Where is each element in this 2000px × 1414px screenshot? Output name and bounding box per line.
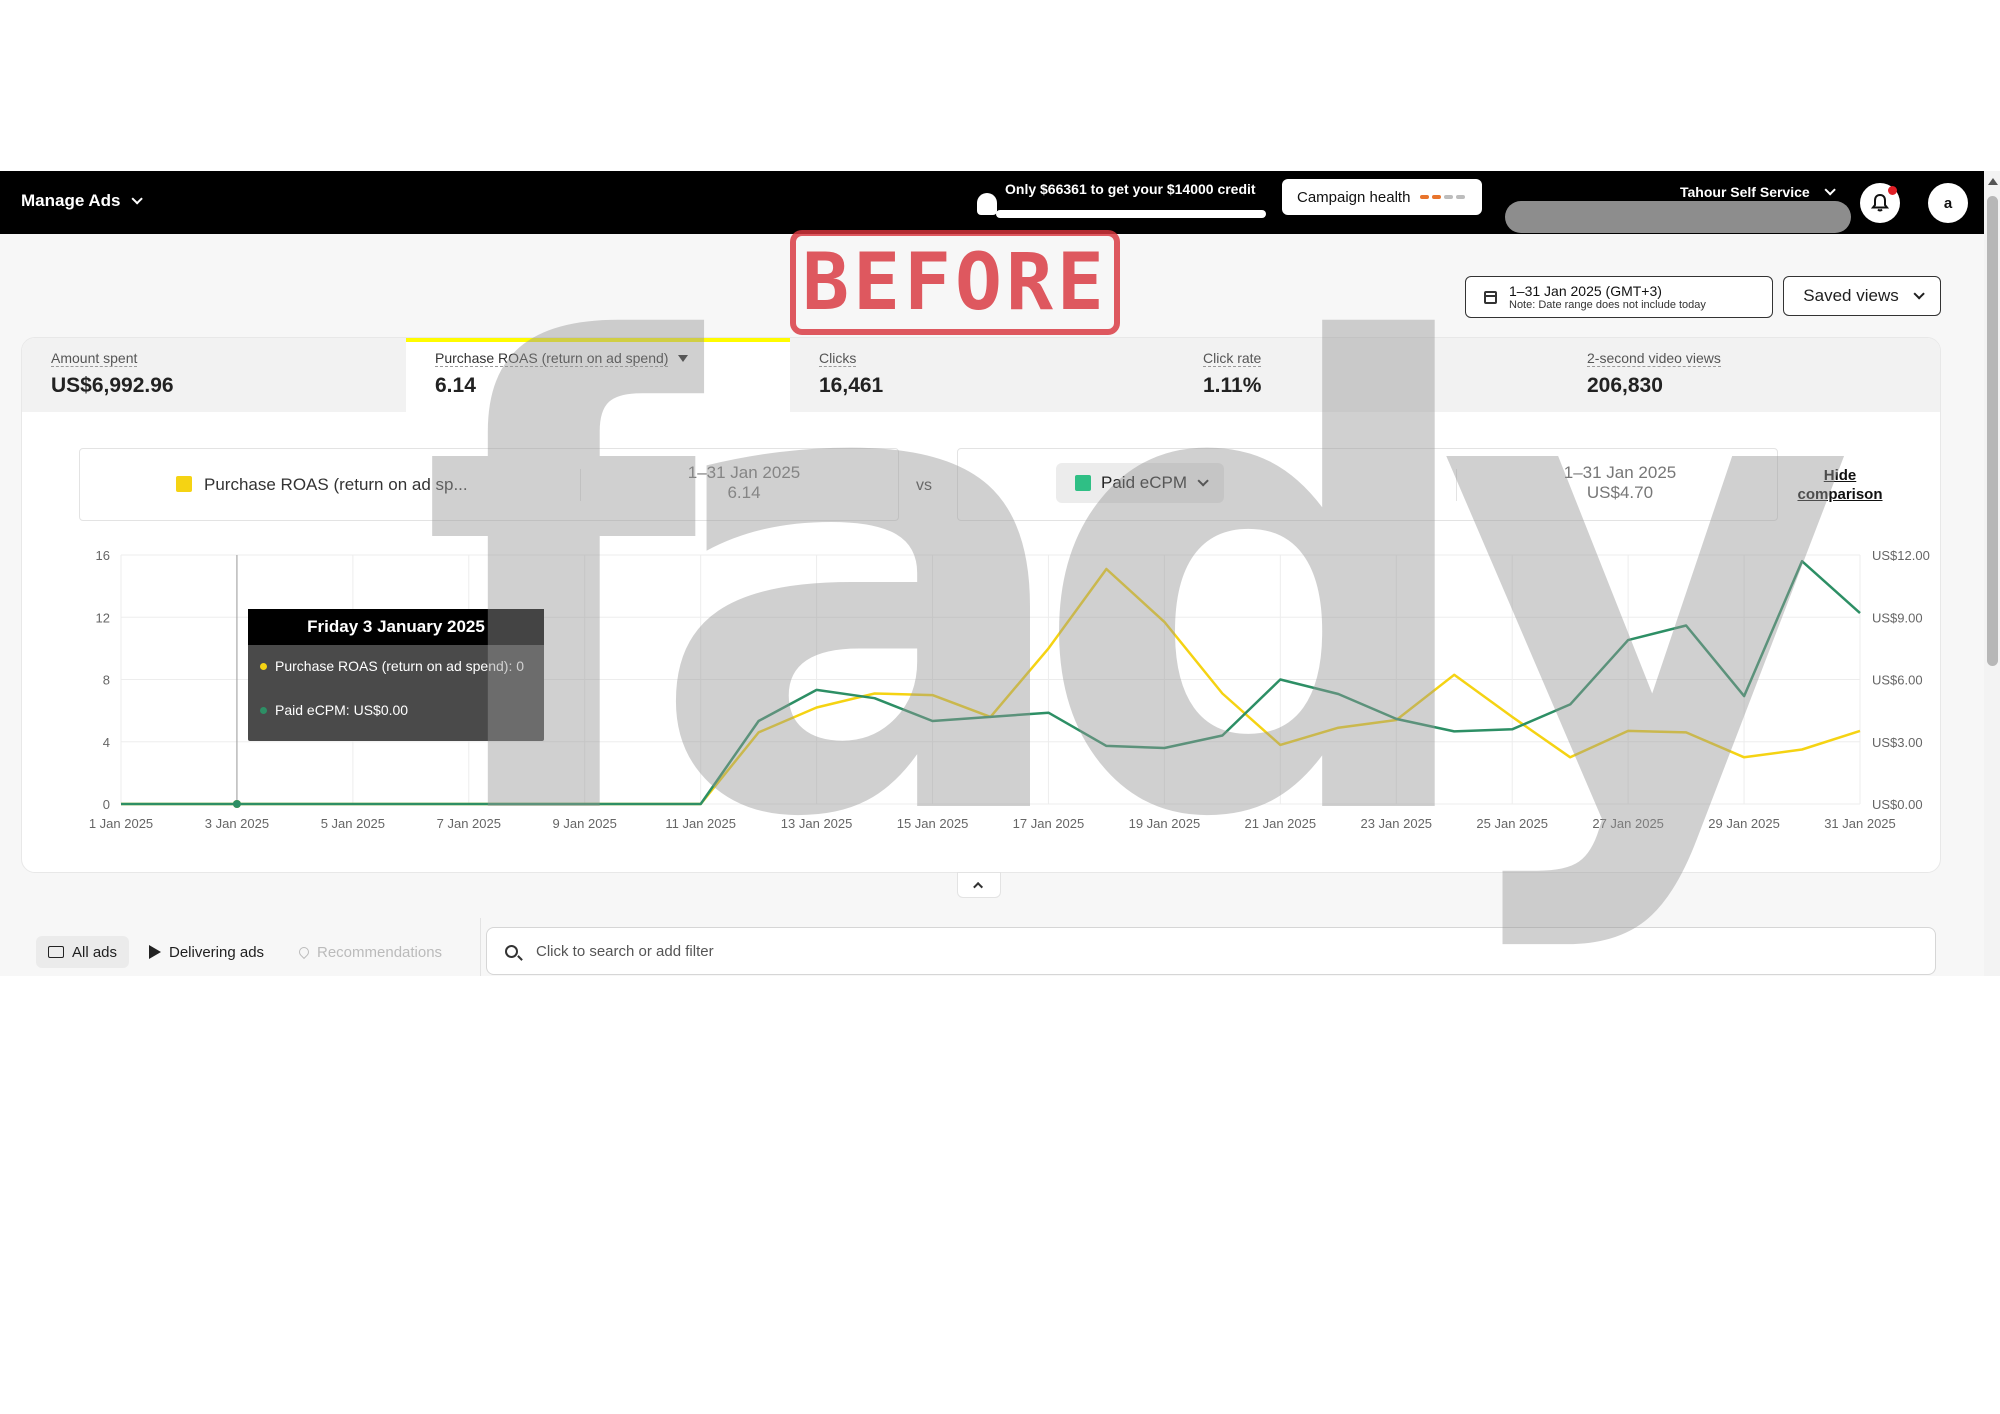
search-placeholder: Click to search or add filter	[536, 942, 714, 960]
yellow-legend-swatch	[176, 476, 192, 492]
secondary-metric-label: Paid eCPM	[1101, 473, 1187, 492]
tooltip-line-roas: Purchase ROAS (return on ad spend): 0	[260, 656, 530, 677]
comparison-secondary-metric: Paid eCPM 1–31 Jan 2025 US$4.70	[957, 448, 1778, 521]
green-dot-icon	[260, 707, 267, 714]
metric-label: Click rate	[1203, 350, 1262, 367]
redacted-account-id	[1505, 201, 1851, 233]
date-range-note: Note: Date range does not include today	[1509, 298, 1706, 311]
metric-tab-click-rate[interactable]: Click rate 1.11%	[1174, 338, 1558, 412]
green-legend-swatch	[1075, 475, 1091, 491]
primary-metric-period: 1–31 Jan 2025 6.14	[624, 463, 864, 503]
tab-label: Delivering ads	[169, 943, 265, 961]
comparison-primary-metric: Purchase ROAS (return on ad sp... 1–31 J…	[79, 448, 899, 521]
vs-label: vs	[916, 477, 932, 494]
tab-recommendations[interactable]: Recommendations	[296, 936, 443, 968]
metric-tab-video-views[interactable]: 2-second video views 206,830	[1558, 338, 1940, 412]
primary-metric-name: Purchase ROAS (return on ad sp...	[176, 475, 468, 495]
metric-label: Clicks	[819, 350, 857, 367]
tab-label: Recommendations	[317, 943, 443, 961]
play-icon	[149, 945, 161, 959]
folder-icon	[48, 946, 64, 958]
chevron-down-icon	[1913, 288, 1925, 300]
metric-tab-purchase-roas[interactable]: Purchase ROAS (return on ad spend) 6.14	[406, 338, 790, 412]
scrollbar-thumb[interactable]	[1987, 196, 1998, 666]
campaign-health-label: Campaign health	[1297, 188, 1411, 206]
location-pin-icon	[296, 944, 312, 960]
hide-comparison-link[interactable]: Hide comparison	[1790, 466, 1890, 504]
notifications-button[interactable]	[1860, 183, 1900, 223]
metric-value: 206,830	[1587, 374, 1663, 397]
search-icon	[505, 944, 518, 958]
caret-down-icon[interactable]	[678, 355, 689, 362]
divider	[1456, 469, 1457, 501]
primary-metric-label: Purchase ROAS (return on ad sp...	[204, 475, 468, 494]
bell-icon	[1870, 193, 1890, 212]
tooltip-roas-text: Purchase ROAS (return on ad spend): 0	[275, 658, 525, 674]
tooltip-line-ecpm: Paid eCPM: US$0.00	[260, 700, 530, 721]
tooltip-title: Friday 3 January 2025	[248, 609, 544, 645]
scroll-up-arrow-icon[interactable]	[1988, 178, 1998, 185]
period-label: 1–31 Jan 2025	[687, 463, 801, 482]
chart-tooltip: Friday 3 January 2025 Purchase ROAS (ret…	[248, 609, 544, 741]
top-navigation-bar: Manage Ads Only $66361 to get your $1400…	[0, 171, 1984, 234]
credit-progress-bar	[996, 210, 1266, 218]
notification-badge	[1888, 186, 1897, 195]
ads-filter-tabs: All ads Delivering ads Recommendations	[21, 918, 481, 976]
chevron-down-icon	[130, 193, 143, 205]
manage-ads-label: Manage Ads	[21, 191, 121, 210]
tab-all-ads[interactable]: All ads	[36, 936, 130, 968]
yellow-dot-icon	[260, 663, 267, 670]
search-input[interactable]: Click to search or add filter	[486, 927, 1936, 975]
metric-label: Purchase ROAS (return on ad spend)	[435, 350, 669, 367]
metric-value: 6.14	[435, 374, 476, 397]
collapse-chart-button[interactable]	[957, 872, 1001, 898]
period-value: US$4.70	[1586, 483, 1654, 502]
metric-value: 1.11%	[1203, 374, 1262, 397]
before-stamp: BEFORE	[790, 230, 1120, 335]
divider	[580, 469, 581, 501]
account-name: Tahour Self Service	[1680, 184, 1810, 200]
period-value: 6.14	[727, 483, 761, 502]
avatar[interactable]: a	[1928, 183, 1968, 223]
period-label: 1–31 Jan 2025	[1563, 463, 1677, 482]
chevron-up-icon	[972, 881, 983, 892]
hide-comparison-label: comparison	[1797, 486, 1883, 503]
calendar-icon	[1484, 290, 1497, 304]
date-range-value: 1–31 Jan 2025 (GMT+3)	[1509, 282, 1662, 299]
tab-label: All ads	[72, 943, 118, 961]
saved-views-label: Saved views	[1803, 286, 1899, 305]
account-switcher[interactable]: Tahour Self Service	[1680, 184, 1836, 200]
manage-ads-menu[interactable]: Manage Ads	[21, 191, 143, 211]
secondary-metric-dropdown[interactable]: Paid eCPM	[1056, 463, 1224, 503]
hide-comparison-label: Hide	[1823, 467, 1857, 484]
metrics-chart-card: Amount spent US$6,992.96 Purchase ROAS (…	[21, 337, 1941, 873]
tooltip-ecpm-text: Paid eCPM: US$0.00	[275, 702, 409, 718]
snapchat-ghost-icon	[977, 193, 997, 215]
campaign-health-button[interactable]: Campaign health	[1282, 179, 1482, 215]
metric-value: US$6,992.96	[51, 374, 174, 397]
date-range-picker[interactable]: 1–31 Jan 2025 (GMT+3) Note: Date range d…	[1465, 276, 1773, 318]
metric-tab-clicks[interactable]: Clicks 16,461	[790, 338, 1174, 412]
secondary-metric-period: 1–31 Jan 2025 US$4.70	[1500, 463, 1740, 503]
chevron-down-icon	[1197, 475, 1209, 487]
saved-views-dropdown[interactable]: Saved views	[1783, 276, 1941, 316]
metric-tab-amount-spent[interactable]: Amount spent US$6,992.96	[22, 338, 406, 412]
tab-delivering-ads[interactable]: Delivering ads	[149, 936, 264, 968]
metric-value: 16,461	[819, 374, 884, 397]
credit-progress-text: Only $66361 to get your $14000 credit	[1005, 181, 1256, 197]
campaign-health-indicator	[1420, 195, 1466, 199]
metric-label: Amount spent	[51, 350, 138, 367]
metric-label: 2-second video views	[1587, 350, 1721, 367]
chevron-down-icon	[1824, 184, 1836, 196]
